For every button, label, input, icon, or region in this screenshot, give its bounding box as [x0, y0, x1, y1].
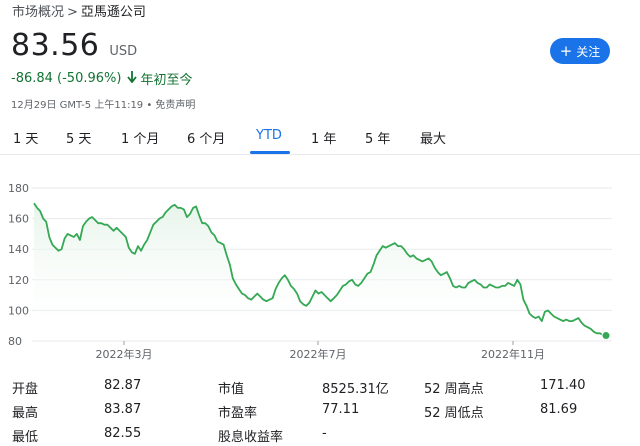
stat-52wk-high-value: 171.40: [540, 378, 586, 393]
price-change: -86.84 (-50.96%) 年初至今: [11, 69, 192, 88]
stat-high-label: 最高: [12, 406, 39, 421]
change-period: 年初至今: [140, 73, 193, 88]
stat-pe-label: 市盈率: [218, 406, 258, 421]
tab-ytd[interactable]: YTD: [256, 128, 282, 143]
x-tick-label: 2022年3月: [96, 347, 153, 361]
tab-1d[interactable]: 1 天: [13, 128, 38, 147]
y-tick-label: 160: [8, 213, 29, 226]
y-tick-label: 100: [8, 304, 29, 317]
plus-icon: +: [559, 41, 573, 60]
y-tick-label: 120: [8, 274, 29, 287]
price-area-fill: [34, 203, 606, 341]
tab-1y[interactable]: 1 年: [311, 128, 336, 147]
stat-52wk-low-value: 81.69: [540, 402, 578, 417]
last-price-marker: [601, 331, 611, 341]
arrow-down-icon: [127, 70, 138, 87]
stat-mcap-label: 市值: [218, 382, 245, 397]
y-tick-label: 140: [8, 243, 29, 256]
x-tick-label: 2022年7月: [290, 347, 347, 361]
follow-button-label: 关注: [576, 44, 601, 59]
stat-open-value: 82.87: [104, 378, 142, 393]
stat-open-label: 开盘: [12, 382, 39, 397]
stat-52wk-high-label: 52 周高点: [424, 382, 484, 397]
breadcrumb: 市场概况 > 亞馬遜公司: [12, 1, 146, 20]
quote-timestamp: 12月29日 GMT-5 上午11:19 • 免责声明: [11, 100, 196, 111]
stat-dividend-label: 股息收益率: [218, 430, 284, 445]
tab-6m[interactable]: 6 个月: [187, 128, 225, 147]
current-price: 83.56: [11, 28, 100, 63]
tabs-divider: [0, 154, 640, 155]
change-value: -86.84 (-50.96%): [11, 71, 122, 86]
stat-pe-value: 77.11: [322, 402, 360, 417]
breadcrumb-root-link[interactable]: 市场概况: [12, 5, 64, 20]
follow-button[interactable]: + 关注: [550, 38, 610, 64]
stat-low-value: 82.55: [104, 426, 142, 441]
price-row: 83.56 USD: [11, 28, 137, 63]
currency-label: USD: [109, 44, 138, 59]
stat-52wk-low-label: 52 周低点: [424, 406, 484, 421]
y-tick-label: 80: [8, 335, 22, 348]
stat-high-value: 83.87: [104, 402, 142, 417]
stat-dividend-value: -: [322, 426, 327, 441]
tab-5d[interactable]: 5 天: [66, 128, 91, 147]
range-tabs: 1 天 5 天 1 个月 6 个月 YTD 1 年 5 年 最大: [0, 124, 640, 154]
x-tick-label: 2022年11月: [481, 347, 545, 361]
tab-1m[interactable]: 1 个月: [121, 128, 159, 147]
y-tick-label: 180: [8, 182, 29, 195]
price-chart[interactable]: 180 160 140 120 100 80 2022年3月 2022年7月 2022年11月: [0, 176, 640, 376]
tab-5y[interactable]: 5 年: [365, 128, 390, 147]
stat-mcap-value: 8525.31亿: [322, 382, 389, 397]
breadcrumb-current: 亞馬遜公司: [80, 5, 146, 20]
stat-low-label: 最低: [12, 430, 39, 445]
breadcrumb-separator: >: [67, 5, 78, 20]
tab-max[interactable]: 最大: [420, 128, 446, 147]
